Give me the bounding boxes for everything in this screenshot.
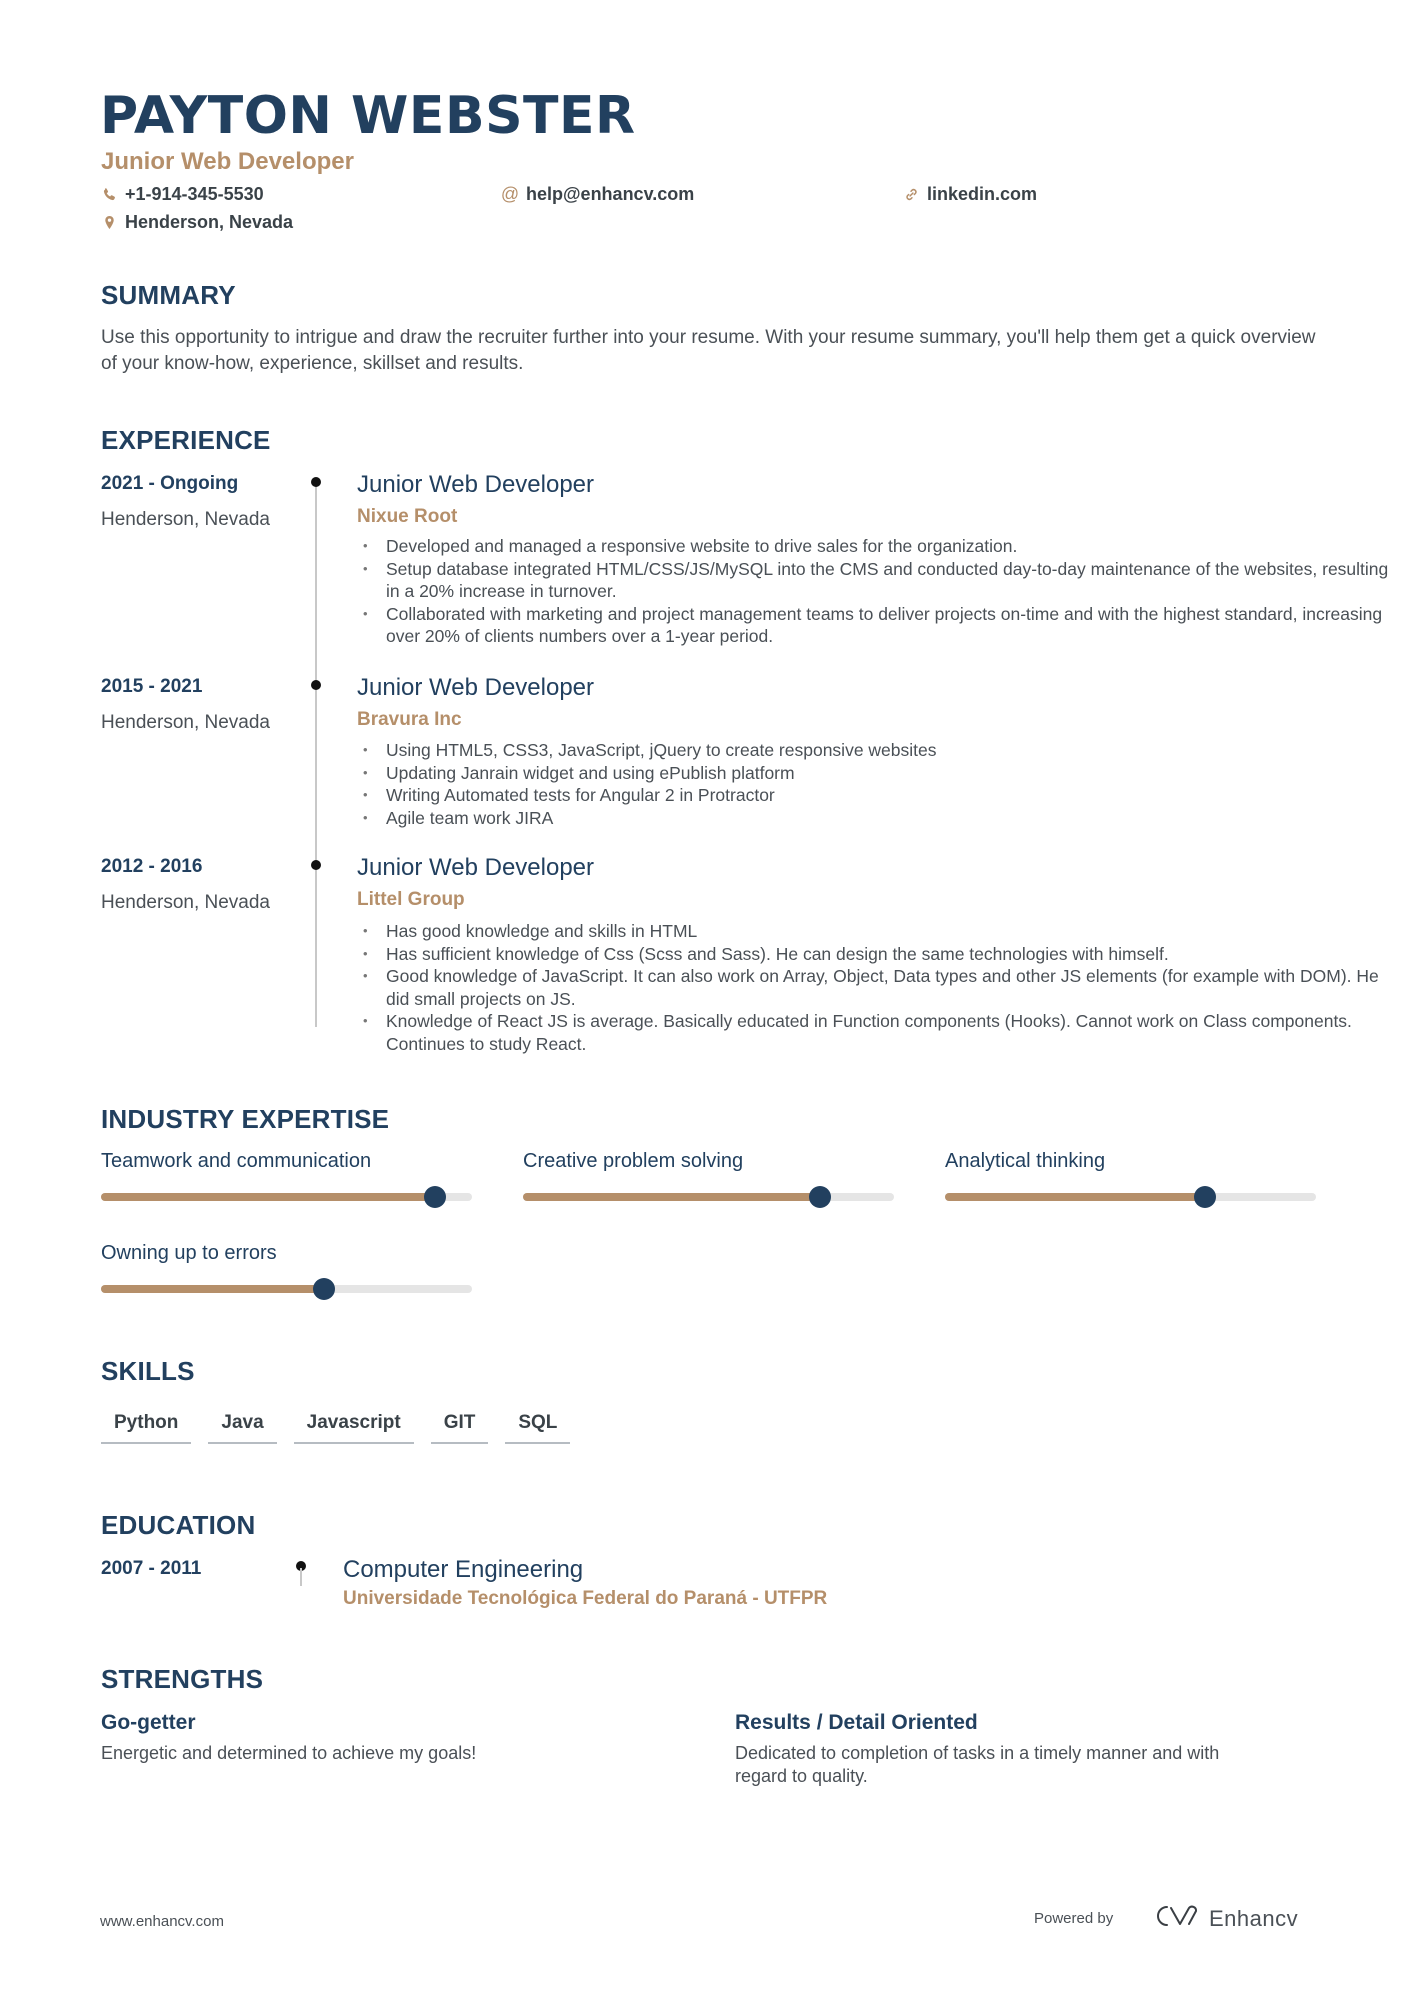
expertise-slider bbox=[945, 1186, 1316, 1208]
expertise-item: Analytical thinking bbox=[945, 1150, 1316, 1208]
expertise-slider bbox=[523, 1186, 894, 1208]
experience-timeline bbox=[315, 482, 317, 1027]
expertise-label: Creative problem solving bbox=[523, 1150, 744, 1172]
education-timeline bbox=[300, 1568, 302, 1586]
contact-location: Henderson, Nevada bbox=[101, 212, 293, 233]
experience-bullets: Developed and managed a responsive websi… bbox=[357, 535, 1397, 648]
experience-location: Henderson, Nevada bbox=[101, 712, 270, 733]
education-degree: Computer Engineering bbox=[343, 1556, 584, 1583]
slider-knob bbox=[1193, 1186, 1216, 1208]
bullet-item: Good knowledge of JavaScript. It can als… bbox=[357, 965, 1397, 1010]
footer-website[interactable]: www.enhancv.com bbox=[100, 1913, 224, 1930]
candidate-title: Junior Web Developer bbox=[101, 148, 354, 175]
skill-tag: Java bbox=[208, 1412, 277, 1444]
experience-dates: 2015 - 2021 bbox=[101, 676, 203, 697]
location-text: Henderson, Nevada bbox=[125, 212, 294, 232]
bullet-item: Agile team work JIRA bbox=[357, 807, 1397, 830]
experience-dates: 2021 - Ongoing bbox=[101, 473, 239, 494]
bullet-item: Updating Janrain widget and using ePubli… bbox=[357, 762, 1397, 785]
bullet-item: Has sufficient knowledge of Css (Scss an… bbox=[357, 943, 1397, 966]
slider-knob bbox=[312, 1278, 335, 1300]
link-icon bbox=[903, 186, 919, 204]
candidate-name: PAYTON WEBSTER bbox=[100, 86, 636, 146]
slider-knob bbox=[423, 1186, 446, 1208]
experience-bullets: Using HTML5, CSS3, JavaScript, jQuery to… bbox=[357, 739, 1397, 829]
contact-phone: +1-914-345-5530 bbox=[101, 184, 264, 205]
footer-brand[interactable]: Enhancv bbox=[1153, 1903, 1298, 1934]
slider-fill bbox=[101, 1193, 435, 1201]
slider-fill bbox=[101, 1285, 324, 1293]
expertise-item: Owning up to errors bbox=[101, 1242, 472, 1300]
experience-company: Nixue Root bbox=[357, 506, 458, 527]
skill-tag: SQL bbox=[505, 1412, 571, 1444]
strength-title: Results / Detail Oriented bbox=[735, 1711, 978, 1734]
email-address[interactable]: help@enhancv.com bbox=[526, 184, 694, 205]
expertise-item: Teamwork and communication bbox=[101, 1150, 472, 1208]
strength-text: Energetic and determined to achieve my g… bbox=[101, 1743, 477, 1763]
skills-heading: SKILLS bbox=[101, 1356, 195, 1386]
experience-company: Bravura Inc bbox=[357, 709, 462, 730]
contact-email: @ help@enhancv.com bbox=[500, 184, 694, 205]
summary-heading: SUMMARY bbox=[101, 280, 236, 310]
slider-knob bbox=[808, 1186, 831, 1208]
bullet-item: Has good knowledge and skills in HTML bbox=[357, 920, 1397, 943]
bullet-item: Collaborated with marketing and project … bbox=[357, 603, 1397, 648]
contact-linkedin: linkedin.com bbox=[903, 184, 1037, 205]
experience-dates: 2012 - 2016 bbox=[101, 856, 203, 877]
skill-tag: Python bbox=[101, 1412, 192, 1444]
linkedin-link[interactable]: linkedin.com bbox=[927, 184, 1037, 205]
strength-text: Dedicated to completion of tasks in a ti… bbox=[735, 1743, 1220, 1786]
strengths-heading: STRENGTHS bbox=[101, 1664, 264, 1694]
bullet-item: Writing Automated tests for Angular 2 in… bbox=[357, 784, 1397, 807]
bullet-item: Developed and managed a responsive websi… bbox=[357, 535, 1397, 558]
phone-icon bbox=[101, 186, 117, 204]
strength-title: Go-getter bbox=[101, 1711, 196, 1734]
bullet-item: Setup database integrated HTML/CSS/JS/My… bbox=[357, 558, 1397, 603]
experience-heading: EXPERIENCE bbox=[101, 425, 271, 455]
experience-company: Littel Group bbox=[357, 889, 465, 910]
education-school: Universidade Tecnológica Federal do Para… bbox=[343, 1588, 828, 1609]
experience-location: Henderson, Nevada bbox=[101, 892, 270, 913]
expertise-label: Analytical thinking bbox=[945, 1150, 1106, 1172]
expertise-slider bbox=[101, 1278, 472, 1300]
at-icon: @ bbox=[500, 184, 520, 204]
skills-list: Python Java Javascript GIT SQL bbox=[101, 1412, 571, 1444]
experience-location: Henderson, Nevada bbox=[101, 509, 270, 530]
experience-role: Junior Web Developer bbox=[357, 854, 595, 881]
experience-role: Junior Web Developer bbox=[357, 674, 595, 701]
bullet-item: Using HTML5, CSS3, JavaScript, jQuery to… bbox=[357, 739, 1397, 762]
slider-fill bbox=[523, 1193, 820, 1201]
location-pin-icon bbox=[101, 214, 117, 232]
skill-tag: GIT bbox=[430, 1412, 489, 1444]
timeline-dot bbox=[311, 860, 321, 870]
expertise-heading: INDUSTRY EXPERTISE bbox=[101, 1104, 390, 1134]
expertise-slider bbox=[101, 1186, 472, 1208]
enhancv-logo-icon bbox=[1153, 1903, 1199, 1934]
expertise-label: Owning up to errors bbox=[101, 1242, 277, 1264]
timeline-dot bbox=[311, 477, 321, 487]
footer-powered-by: Powered by bbox=[1034, 1910, 1114, 1927]
brand-name: Enhancv bbox=[1209, 1905, 1299, 1931]
experience-bullets: Has good knowledge and skills in HTML Ha… bbox=[357, 920, 1397, 1055]
education-dates: 2007 - 2011 bbox=[101, 1558, 202, 1579]
expertise-item: Creative problem solving bbox=[523, 1150, 894, 1208]
education-heading: EDUCATION bbox=[101, 1510, 256, 1540]
bullet-item: Knowledge of React JS is average. Basica… bbox=[357, 1010, 1397, 1055]
experience-role: Junior Web Developer bbox=[357, 471, 595, 498]
slider-fill bbox=[945, 1193, 1205, 1201]
skill-tag: Javascript bbox=[293, 1412, 414, 1444]
phone-number[interactable]: +1-914-345-5530 bbox=[125, 184, 264, 205]
summary-text: Use this opportunity to intrigue and dra… bbox=[101, 327, 1316, 374]
timeline-dot bbox=[311, 680, 321, 690]
expertise-label: Teamwork and communication bbox=[101, 1150, 372, 1172]
